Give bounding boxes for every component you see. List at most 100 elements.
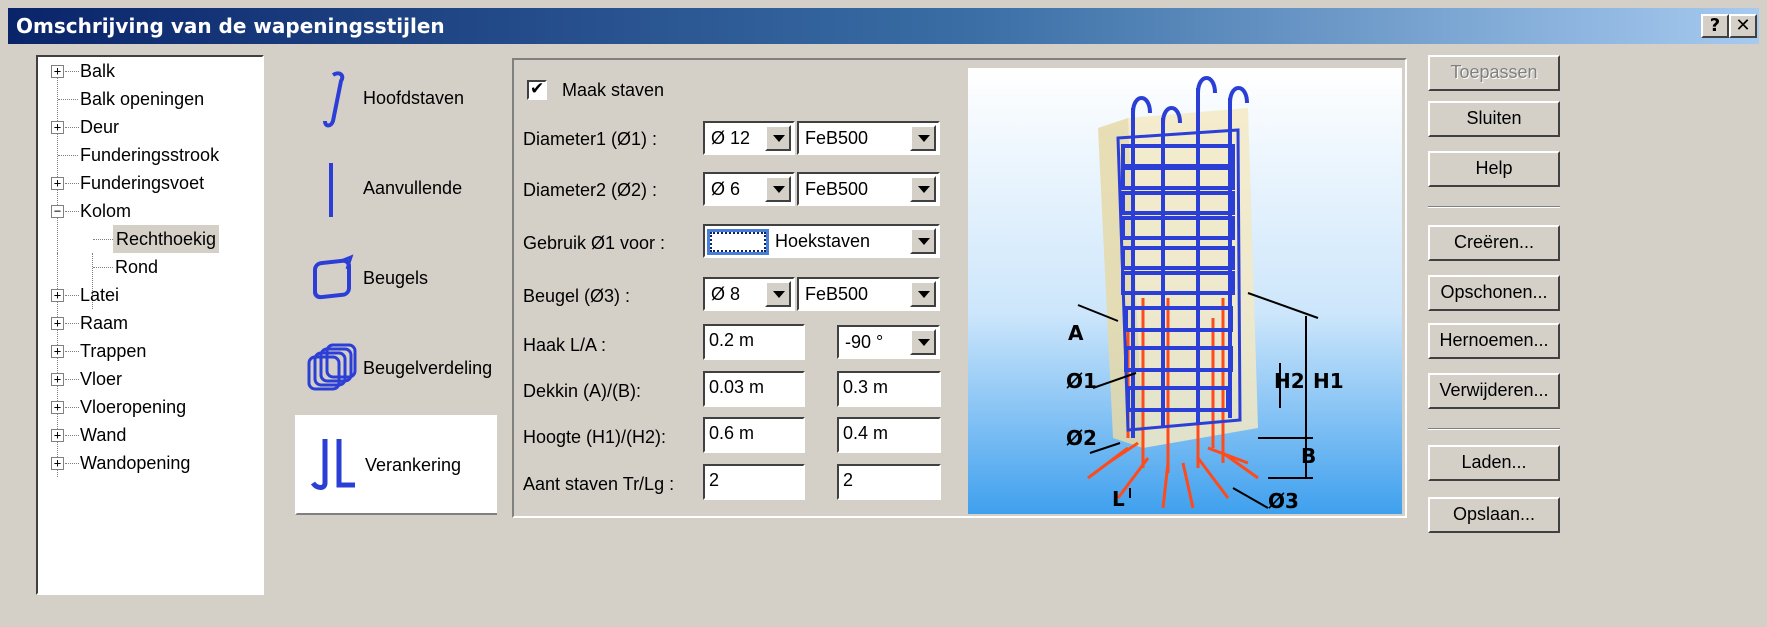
aant-tr-input[interactable]: 2 bbox=[703, 464, 805, 500]
maak-staven-label: Maak staven bbox=[562, 80, 665, 100]
diameter2-size-select[interactable]: Ø 6 bbox=[703, 172, 795, 206]
beugel-size-select[interactable]: Ø 8 bbox=[703, 277, 795, 311]
load-button[interactable]: Laden... bbox=[1428, 445, 1560, 481]
label-h1: H1 bbox=[1313, 369, 1344, 393]
tab-beugels[interactable]: Beugels bbox=[295, 235, 495, 325]
chevron-down-icon[interactable] bbox=[910, 125, 936, 151]
label-phi1: Ø1 bbox=[1066, 369, 1097, 393]
close-icon[interactable]: ✕ bbox=[1729, 14, 1757, 38]
chevron-down-icon[interactable] bbox=[765, 125, 791, 151]
tab-verankering[interactable]: Verankering bbox=[295, 415, 497, 515]
chevron-down-icon[interactable] bbox=[765, 176, 791, 202]
input-value: 0.3 m bbox=[843, 377, 889, 397]
expand-icon[interactable]: + bbox=[51, 65, 64, 78]
haak-length-input[interactable]: 0.2 m bbox=[703, 324, 805, 360]
haak-angle-select[interactable]: -90 ° bbox=[837, 325, 940, 359]
tab-label: Beugels bbox=[363, 268, 429, 288]
create-button[interactable]: Creëren... bbox=[1428, 225, 1560, 261]
rename-button[interactable]: Hernoemen... bbox=[1428, 323, 1560, 359]
save-button[interactable]: Opslaan... bbox=[1428, 497, 1560, 533]
tab-beugelverdeling[interactable]: Beugelverdeling bbox=[295, 325, 495, 415]
diameter2-grade-select[interactable]: FeB500 bbox=[797, 172, 940, 206]
label-a: A bbox=[1068, 321, 1084, 345]
tree-label: Wand bbox=[80, 425, 127, 445]
chevron-down-icon[interactable] bbox=[910, 329, 936, 355]
stirrup-distribution-icon bbox=[307, 343, 357, 391]
tab-hoofdstaven[interactable]: Hoofdstaven bbox=[295, 55, 495, 145]
chevron-down-icon[interactable] bbox=[910, 176, 936, 202]
diameter1-grade-select[interactable]: FeB500 bbox=[797, 121, 940, 155]
tab-label: Beugelverdeling bbox=[363, 358, 493, 378]
input-value: 2 bbox=[843, 470, 854, 490]
input-value: 0.6 m bbox=[709, 423, 755, 443]
expand-icon[interactable]: + bbox=[51, 289, 64, 302]
tab-aanvullende[interactable]: Aanvullende bbox=[295, 145, 495, 235]
select-value: FeB500 bbox=[805, 179, 869, 199]
chevron-down-icon[interactable] bbox=[910, 228, 936, 254]
tree-label: Vloer bbox=[80, 369, 123, 389]
gebruik-select[interactable]: Hoekstaven bbox=[703, 224, 940, 258]
aant-lg-input[interactable]: 2 bbox=[837, 464, 941, 500]
swatch-icon bbox=[707, 229, 769, 255]
separator bbox=[1428, 428, 1560, 430]
dekkin-b-input[interactable]: 0.3 m bbox=[837, 371, 941, 407]
input-value: 0.2 m bbox=[709, 330, 755, 350]
tree-label: Balk openingen bbox=[80, 89, 205, 109]
expand-icon[interactable]: + bbox=[51, 345, 64, 358]
select-value: Ø 6 bbox=[711, 179, 741, 199]
expand-icon[interactable]: + bbox=[51, 457, 64, 470]
delete-button[interactable]: Verwijderen... bbox=[1428, 373, 1560, 409]
help-button[interactable]: Help bbox=[1428, 151, 1560, 187]
diameter1-label: Diameter1 (Ø1) : bbox=[523, 129, 658, 149]
label-b: B bbox=[1301, 444, 1316, 468]
expand-icon[interactable]: + bbox=[51, 429, 64, 442]
label-h2: H2 bbox=[1274, 369, 1305, 393]
label-phi3: Ø3 bbox=[1268, 489, 1299, 513]
hoogte-h1-input[interactable]: 0.6 m bbox=[703, 417, 805, 453]
tree-label: Deur bbox=[80, 117, 120, 137]
hoogte-h2-input[interactable]: 0.4 m bbox=[837, 417, 941, 453]
expand-icon[interactable]: + bbox=[51, 317, 64, 330]
dekkin-label: Dekkin (A)/(B): bbox=[523, 381, 642, 401]
chevron-down-icon[interactable] bbox=[910, 281, 936, 307]
collapse-icon[interactable]: − bbox=[51, 205, 64, 218]
beugel-label: Beugel (Ø3) : bbox=[523, 286, 631, 306]
select-value: FeB500 bbox=[805, 128, 869, 148]
maak-staven-checkbox[interactable] bbox=[527, 79, 547, 100]
apply-button[interactable]: Toepassen bbox=[1428, 55, 1560, 91]
diameter2-label: Diameter2 (Ø2) : bbox=[523, 180, 658, 200]
tree-label: Latei bbox=[80, 285, 120, 305]
diameter1-size-select[interactable]: Ø 12 bbox=[703, 121, 795, 155]
expand-icon[interactable]: + bbox=[51, 401, 64, 414]
separator bbox=[1428, 206, 1560, 208]
aant-staven-label: Aant staven Tr/Lg : bbox=[523, 474, 675, 494]
tree-label: Kolom bbox=[80, 201, 132, 221]
purge-button[interactable]: Opschonen... bbox=[1428, 275, 1560, 311]
dekkin-a-input[interactable]: 0.03 m bbox=[703, 371, 805, 407]
select-value: FeB500 bbox=[805, 284, 869, 304]
tree-label-selected: Rechthoekig bbox=[113, 225, 220, 253]
chevron-down-icon[interactable] bbox=[765, 281, 791, 307]
expand-icon[interactable]: + bbox=[51, 177, 64, 190]
beugel-grade-select[interactable]: FeB500 bbox=[797, 277, 940, 311]
tab-label: Aanvullende bbox=[363, 178, 463, 198]
gebruik-label: Gebruik Ø1 voor : bbox=[523, 233, 666, 253]
tab-label: Hoofdstaven bbox=[363, 88, 465, 108]
title-bar: Omschrijving van de wapeningsstijlen ? ✕ bbox=[8, 8, 1759, 44]
style-tree[interactable]: + Balk Balk openingen + Deur Funderingss… bbox=[36, 55, 264, 595]
select-value: Ø 8 bbox=[711, 284, 741, 304]
tree-label: Balk bbox=[80, 61, 116, 81]
tree-label: Rond bbox=[115, 257, 159, 277]
close-button[interactable]: Sluiten bbox=[1428, 101, 1560, 137]
tree-label: Vloeropening bbox=[80, 397, 187, 417]
anchorage-icon bbox=[310, 439, 355, 490]
input-value: 2 bbox=[709, 470, 720, 490]
category-tabs: Hoofdstaven Aanvullende Beugels Beugelve… bbox=[295, 55, 500, 515]
tree-label: Trappen bbox=[80, 341, 147, 361]
help-icon[interactable]: ? bbox=[1701, 14, 1729, 38]
haak-label: Haak L/A : bbox=[523, 335, 607, 355]
stirrup-icon bbox=[313, 254, 354, 300]
expand-icon[interactable]: + bbox=[51, 121, 64, 134]
expand-icon[interactable]: + bbox=[51, 373, 64, 386]
tree-label: Raam bbox=[80, 313, 129, 333]
